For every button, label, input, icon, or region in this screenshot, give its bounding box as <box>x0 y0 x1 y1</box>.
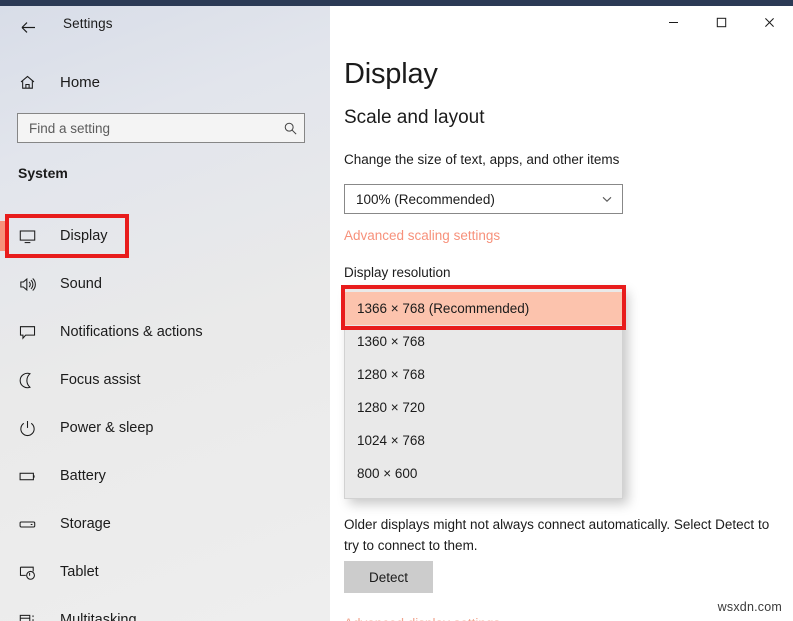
tablet-hand-icon <box>18 563 44 582</box>
search-box[interactable] <box>17 113 305 143</box>
section-title-scale-and-layout: Scale and layout <box>344 107 485 129</box>
sidebar-label-focus-assist: Focus assist <box>60 372 141 388</box>
sidebar-item-focus-assist[interactable]: Focus assist <box>0 356 330 404</box>
power-icon <box>18 419 44 438</box>
sidebar-item-power-sleep[interactable]: Power & sleep <box>0 404 330 452</box>
advanced-display-settings-link[interactable]: Advanced display settings <box>344 616 500 621</box>
resolution-option[interactable]: 1280 × 720 <box>345 391 622 424</box>
sidebar-label-notifications: Notifications & actions <box>60 324 203 340</box>
scale-selected-value: 100% (Recommended) <box>345 192 592 207</box>
resolution-label: Display resolution <box>344 265 451 280</box>
monitor-icon <box>18 227 44 246</box>
notification-balloon-icon <box>18 323 44 342</box>
nav-titlebar: Settings <box>0 6 330 48</box>
sidebar-item-display[interactable]: Display <box>0 212 330 260</box>
search-input[interactable] <box>18 121 276 136</box>
drive-icon <box>18 515 44 534</box>
app-title: Settings <box>63 16 113 31</box>
sidebar-label-tablet: Tablet <box>60 564 99 580</box>
resolution-option[interactable]: 1024 × 768 <box>345 424 622 457</box>
multitasking-icon <box>18 611 44 621</box>
minimize-button[interactable] <box>649 6 697 38</box>
resolution-option[interactable]: 1360 × 768 <box>345 325 622 358</box>
selection-indicator <box>0 221 5 251</box>
resolution-option[interactable]: 1366 × 768 (Recommended) <box>345 292 622 325</box>
sidebar-item-home[interactable]: Home <box>0 64 330 100</box>
sidebar-item-notifications[interactable]: Notifications & actions <box>0 308 330 356</box>
navigation-pane: Settings Home System <box>0 6 330 621</box>
resolution-dropdown-list[interactable]: 1366 × 768 (Recommended) 1360 × 768 1280… <box>344 287 623 499</box>
sidebar-label-sound: Sound <box>60 276 102 292</box>
sidebar-label-multitasking: Multitasking <box>60 612 137 621</box>
resolution-option[interactable]: 1280 × 768 <box>345 358 622 391</box>
sidebar-label-storage: Storage <box>60 516 111 532</box>
selection-indicator <box>0 317 5 347</box>
sidebar-nav-list: Display Sound <box>0 212 330 621</box>
sidebar-home-label: Home <box>60 74 100 91</box>
selection-indicator <box>0 509 5 539</box>
watermark: wsxdn.com <box>718 600 782 614</box>
sidebar-item-tablet[interactable]: Tablet <box>0 548 330 596</box>
sidebar-section-title: System <box>18 165 68 181</box>
resolution-option[interactable]: 800 × 600 <box>345 457 622 490</box>
maximize-button[interactable] <box>697 6 745 38</box>
speaker-icon <box>18 275 44 294</box>
selection-indicator <box>0 365 5 395</box>
window-controls <box>649 6 793 38</box>
settings-window: Settings Home System <box>0 0 793 621</box>
selection-indicator <box>0 605 5 621</box>
advanced-scaling-settings-link[interactable]: Advanced scaling settings <box>344 228 500 243</box>
selection-indicator <box>0 269 5 299</box>
selection-indicator <box>0 413 5 443</box>
content-pane: Display Scale and layout Change the size… <box>330 6 793 621</box>
selection-indicator <box>0 461 5 491</box>
sidebar-item-sound[interactable]: Sound <box>0 260 330 308</box>
detect-help-text: Older displays might not always connect … <box>344 514 784 556</box>
chevron-down-icon <box>592 192 622 206</box>
detect-button[interactable]: Detect <box>344 561 433 593</box>
scale-dropdown[interactable]: 100% (Recommended) <box>344 184 623 214</box>
sidebar-label-power-sleep: Power & sleep <box>60 420 154 436</box>
sidebar-item-battery[interactable]: Battery <box>0 452 330 500</box>
close-button[interactable] <box>745 6 793 38</box>
search-icon[interactable] <box>276 121 304 136</box>
home-icon <box>18 73 44 92</box>
battery-icon <box>18 467 44 486</box>
sidebar-item-multitasking[interactable]: Multitasking <box>0 596 330 621</box>
page-title: Display <box>344 58 438 91</box>
selection-indicator <box>0 557 5 587</box>
sidebar-item-storage[interactable]: Storage <box>0 500 330 548</box>
sidebar-label-display: Display <box>60 228 108 244</box>
back-arrow-icon[interactable] <box>13 12 43 42</box>
moon-icon <box>18 371 44 390</box>
sidebar-label-battery: Battery <box>60 468 106 484</box>
scale-label: Change the size of text, apps, and other… <box>344 152 619 167</box>
